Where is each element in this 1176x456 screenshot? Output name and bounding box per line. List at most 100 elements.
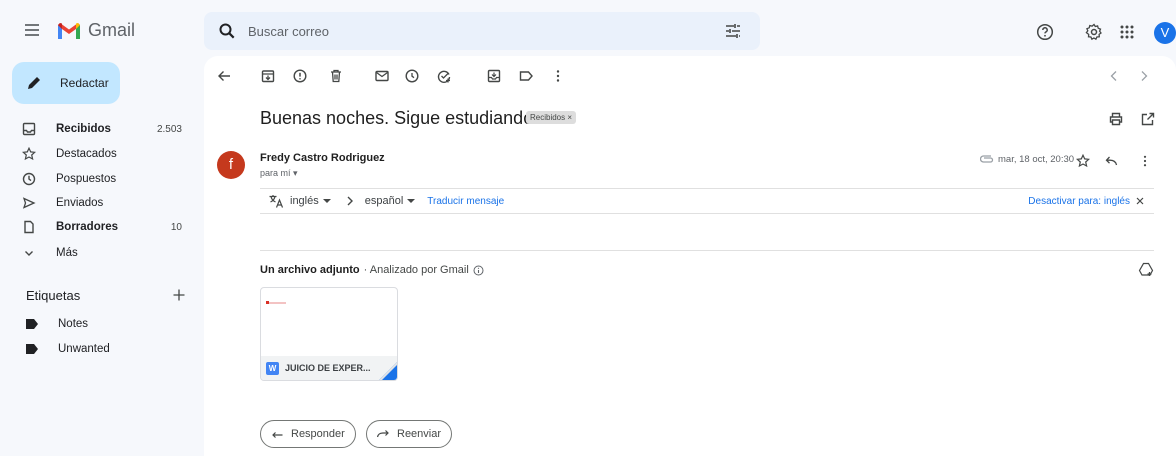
settings-gear-icon[interactable] bbox=[1085, 23, 1103, 41]
reply-arrow-icon bbox=[272, 432, 283, 438]
attachment-clip-icon bbox=[980, 154, 994, 163]
inbox-label-chip[interactable]: Recibidos × bbox=[526, 111, 577, 124]
email-date: mar, 18 oct, 20:30 bbox=[980, 154, 1074, 165]
add-label-icon[interactable] bbox=[172, 288, 186, 302]
more-vert-icon[interactable] bbox=[1138, 154, 1152, 168]
attachment-divider bbox=[260, 250, 1154, 251]
document-preview-mark bbox=[266, 301, 269, 304]
source-language-select[interactable]: inglés bbox=[290, 195, 331, 207]
email-view-panel: Buenas noches. Sigue estudiando. Recibid… bbox=[204, 56, 1176, 456]
help-icon[interactable] bbox=[1036, 23, 1054, 41]
sidebar-item-drafts[interactable]: Borradores 10 bbox=[22, 216, 182, 238]
word-file-icon: W bbox=[266, 361, 279, 375]
star-icon bbox=[22, 147, 36, 161]
sidebar-item-snoozed[interactable]: Pospuestos bbox=[22, 168, 182, 190]
forward-label: Reenviar bbox=[397, 428, 442, 440]
sidebar-item-label: Borradores bbox=[56, 221, 118, 233]
label-item-notes[interactable]: Notes bbox=[26, 314, 88, 334]
open-new-window-icon[interactable] bbox=[1140, 111, 1156, 127]
label-tag-icon bbox=[26, 319, 38, 329]
compose-label: Redactar bbox=[60, 76, 109, 90]
older-chevron-right-icon[interactable] bbox=[1136, 68, 1152, 84]
send-icon bbox=[22, 197, 36, 209]
gmail-m-icon bbox=[58, 22, 80, 39]
snooze-clock-icon[interactable] bbox=[404, 68, 420, 84]
sender-name[interactable]: Fredy Castro Rodriguez bbox=[260, 152, 385, 164]
info-icon[interactable] bbox=[473, 265, 484, 276]
inbox-icon bbox=[22, 122, 36, 136]
label-item-unwanted[interactable]: Unwanted bbox=[26, 339, 110, 359]
document-preview bbox=[266, 302, 286, 304]
search-input[interactable] bbox=[248, 23, 724, 39]
label-tag-icon bbox=[26, 344, 38, 354]
draft-file-icon bbox=[24, 220, 34, 234]
newer-chevron-left-icon[interactable] bbox=[1106, 68, 1122, 84]
add-task-icon[interactable] bbox=[436, 68, 452, 84]
close-icon[interactable] bbox=[1136, 197, 1144, 205]
more-vert-icon[interactable] bbox=[550, 68, 566, 84]
archive-icon[interactable] bbox=[260, 68, 276, 84]
attachments-header: Un archivo adjunto · Analizado por Gmail bbox=[260, 264, 484, 276]
email-date-text: mar, 18 oct, 20:30 bbox=[998, 154, 1075, 165]
search-icon[interactable] bbox=[218, 22, 236, 40]
sidebar-item-sent[interactable]: Enviados bbox=[22, 192, 182, 214]
add-to-drive-icon[interactable] bbox=[1138, 261, 1154, 277]
label-name: Notes bbox=[58, 318, 89, 330]
star-outline-icon[interactable] bbox=[1076, 154, 1090, 168]
sidebar-item-inbox[interactable]: Recibidos 2.503 bbox=[22, 118, 182, 140]
caret-down-icon bbox=[407, 199, 416, 203]
labels-heading: Etiquetas bbox=[26, 288, 81, 303]
sidebar-item-more[interactable]: Más bbox=[22, 242, 182, 264]
sidebar-item-count: 10 bbox=[170, 221, 182, 233]
report-spam-icon[interactable] bbox=[292, 68, 308, 84]
attachments-count-title: Un archivo adjunto bbox=[260, 264, 360, 276]
main-menu-icon[interactable] bbox=[22, 20, 42, 40]
attachment-footer: W JUICIO DE EXPER... bbox=[261, 356, 397, 380]
forward-arrow-icon bbox=[377, 430, 389, 438]
email-subject: Buenas noches. Sigue estudiando. bbox=[260, 108, 539, 128]
translate-message-link[interactable]: Traducir mensaje bbox=[427, 196, 504, 207]
target-language-select[interactable]: español bbox=[365, 195, 416, 207]
sender-avatar[interactable]: f bbox=[217, 151, 245, 179]
print-icon[interactable] bbox=[1108, 111, 1124, 127]
label-name: Unwanted bbox=[58, 343, 110, 355]
label-outline-icon[interactable] bbox=[518, 68, 534, 84]
back-arrow-icon[interactable] bbox=[216, 68, 232, 84]
reply-button[interactable]: Responder bbox=[260, 420, 356, 448]
recipients-toggle[interactable]: para mí ▾ bbox=[260, 168, 298, 179]
apps-grid-icon[interactable] bbox=[1118, 23, 1136, 41]
app-name: Gmail bbox=[88, 20, 136, 40]
trash-icon[interactable] bbox=[328, 68, 344, 84]
sidebar-item-starred[interactable]: Destacados bbox=[22, 143, 182, 165]
translate-icon bbox=[269, 195, 284, 208]
chevron-right-icon bbox=[347, 196, 353, 206]
attachment-card[interactable]: W JUICIO DE EXPER... bbox=[260, 287, 398, 381]
compose-button[interactable]: Redactar bbox=[12, 62, 120, 104]
sidebar-item-label: Recibidos bbox=[56, 123, 111, 135]
attachment-filename: JUICIO DE EXPER... bbox=[285, 363, 371, 373]
disable-translation-link[interactable]: Desactivar para: inglés bbox=[1028, 196, 1130, 207]
account-avatar[interactable]: V bbox=[1154, 22, 1176, 44]
reply-label: Responder bbox=[291, 428, 345, 440]
gmail-logo[interactable]: Gmail bbox=[56, 20, 135, 41]
sidebar-item-label: Pospuestos bbox=[56, 173, 117, 185]
target-language: español bbox=[364, 195, 404, 207]
source-language: inglés bbox=[290, 195, 319, 207]
reply-icon[interactable] bbox=[1104, 154, 1118, 168]
scan-status: · Analizado por Gmail bbox=[363, 264, 469, 276]
search-options-icon[interactable] bbox=[724, 22, 742, 40]
move-to-icon[interactable] bbox=[486, 68, 502, 84]
sidebar-item-count: 2.503 bbox=[156, 123, 182, 135]
page-fold-corner-icon bbox=[379, 362, 397, 380]
caret-down-icon bbox=[322, 199, 331, 203]
sidebar-item-label: Enviados bbox=[56, 197, 104, 209]
forward-button[interactable]: Reenviar bbox=[366, 420, 453, 448]
sidebar-item-label: Más bbox=[56, 247, 78, 259]
clock-icon bbox=[22, 172, 36, 186]
chevron-down-icon bbox=[25, 251, 33, 256]
search-bar[interactable] bbox=[204, 12, 760, 50]
pencil-icon bbox=[28, 77, 40, 89]
sidebar-item-label: Destacados bbox=[56, 148, 117, 160]
translation-bar: inglés español Traducir mensaje Desactiv… bbox=[260, 188, 1154, 214]
mark-unread-icon[interactable] bbox=[374, 68, 390, 84]
